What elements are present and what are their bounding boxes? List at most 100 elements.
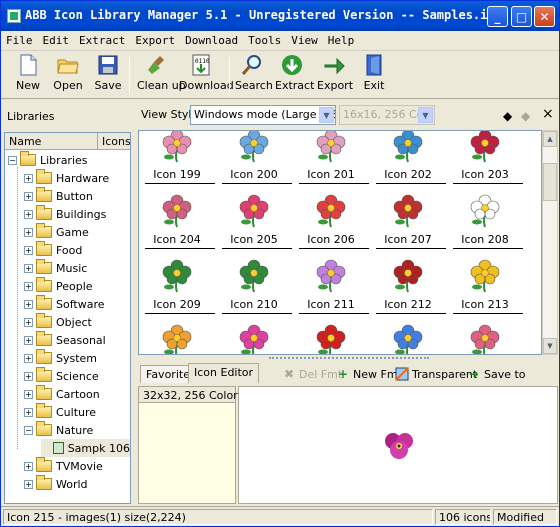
expand-icon[interactable]: + bbox=[24, 461, 33, 471]
expand-icon[interactable]: + bbox=[24, 407, 33, 417]
expand-icon[interactable]: + bbox=[24, 173, 33, 183]
menu-file[interactable]: File bbox=[1, 32, 38, 47]
tree-item[interactable]: + Object bbox=[24, 313, 92, 331]
tree-item[interactable]: + System bbox=[24, 349, 97, 367]
cleanup-button[interactable]: Clean up bbox=[137, 53, 186, 97]
icon-cell[interactable]: Icon 208 bbox=[449, 192, 523, 256]
expand-icon[interactable]: + bbox=[24, 317, 33, 327]
nav-back-icon[interactable]: ◆ bbox=[503, 109, 512, 123]
tree-item[interactable]: + TVMovie bbox=[24, 457, 103, 475]
tab-icon-editor[interactable]: Icon Editor bbox=[188, 363, 260, 384]
minimize-button[interactable]: _ bbox=[487, 6, 508, 27]
transparent-button[interactable]: Transparent bbox=[395, 367, 477, 381]
tree-item[interactable]: + Cartoon bbox=[24, 385, 100, 403]
expand-icon[interactable]: + bbox=[24, 227, 33, 237]
icon-cell[interactable] bbox=[141, 322, 213, 354]
open-button[interactable]: Open bbox=[51, 53, 85, 97]
icon-cell[interactable]: Icon 206 bbox=[295, 192, 369, 256]
expand-icon[interactable]: + bbox=[24, 299, 33, 309]
menu-export[interactable]: Export bbox=[130, 32, 180, 47]
tree-item[interactable]: + World bbox=[24, 475, 88, 493]
icon-cell[interactable]: Icon 211 bbox=[295, 257, 369, 321]
icon-cell[interactable]: Icon 207 bbox=[372, 192, 446, 256]
close-button[interactable]: ✕ bbox=[534, 6, 555, 27]
tree-item-selected[interactable]: Sampk 106 bbox=[41, 439, 130, 457]
icon-cell[interactable]: Icon 202 bbox=[372, 131, 446, 191]
icon-cell[interactable]: Icon 213 bbox=[449, 257, 523, 321]
expand-icon[interactable]: + bbox=[24, 209, 33, 219]
icon-cell[interactable] bbox=[295, 322, 367, 354]
expand-icon[interactable]: + bbox=[24, 371, 33, 381]
scroll-thumb[interactable] bbox=[543, 163, 557, 201]
search-button[interactable]: Search bbox=[235, 53, 273, 97]
menu-view[interactable]: View bbox=[286, 32, 323, 47]
scroll-up-icon[interactable]: ▲ bbox=[543, 131, 557, 147]
editor-format-list[interactable]: 32x32, 256 Color bbox=[138, 386, 238, 504]
icon-cell[interactable]: Icon 205 bbox=[218, 192, 292, 256]
expand-icon[interactable]: + bbox=[24, 389, 33, 399]
view-style-select[interactable]: Windows mode (Large & Small) ▼ bbox=[190, 105, 336, 125]
icon-cell[interactable] bbox=[449, 322, 521, 354]
pane-splitter[interactable] bbox=[132, 132, 137, 504]
save-to-button[interactable]: ➜ Save to bbox=[467, 367, 526, 381]
column-name[interactable]: Name bbox=[9, 135, 41, 148]
extract-button[interactable]: Extract bbox=[275, 53, 314, 97]
new-button[interactable]: New bbox=[11, 53, 45, 97]
del-fmt-button[interactable]: ✖ Del Fmt bbox=[282, 367, 342, 381]
menu-edit[interactable]: Edit bbox=[38, 32, 75, 47]
icon-cell[interactable] bbox=[372, 322, 444, 354]
tree-item[interactable]: + People bbox=[24, 277, 93, 295]
icon-cell[interactable] bbox=[218, 322, 290, 354]
scroll-down-icon[interactable]: ▼ bbox=[543, 338, 557, 354]
icon-cell[interactable]: Icon 212 bbox=[372, 257, 446, 321]
icon-grid-scrollbar[interactable]: ▲ ▼ bbox=[542, 130, 558, 355]
tree-item[interactable]: + Software bbox=[24, 295, 105, 313]
exit-button[interactable]: Exit bbox=[359, 53, 389, 97]
icon-cell[interactable]: Icon 199 bbox=[141, 131, 215, 191]
tree-item[interactable]: + Buildings bbox=[24, 205, 106, 223]
color-depth-select[interactable]: 16x16, 256 Color ▼ bbox=[339, 105, 435, 125]
icon-cell[interactable]: Icon 204 bbox=[141, 192, 215, 256]
download-button[interactable]: 0110 Download bbox=[179, 53, 234, 97]
menu-help[interactable]: Help bbox=[323, 32, 360, 47]
title-bar[interactable]: ABB Icon Library Manager 5.1 - Unregiste… bbox=[1, 1, 559, 31]
icon-cell[interactable]: Icon 210 bbox=[218, 257, 292, 321]
column-icons[interactable]: Icons bbox=[97, 133, 130, 149]
collapse-icon[interactable]: − bbox=[8, 155, 17, 165]
tree-item[interactable]: + Culture bbox=[24, 403, 96, 421]
icon-grid[interactable]: Icon 199 Icon 200 Icon 201 Icon 202 Icon 203… bbox=[138, 130, 542, 355]
tree-item[interactable]: + Food bbox=[24, 241, 82, 259]
editor-format-item[interactable]: 32x32, 256 Color bbox=[139, 387, 238, 403]
menu-extract[interactable]: Extract bbox=[74, 32, 130, 47]
tree-root[interactable]: − Libraries bbox=[8, 151, 88, 169]
expand-icon[interactable]: + bbox=[24, 335, 33, 345]
library-tree[interactable]: Name Icons − Libraries + Hardware + Button + Bu… bbox=[4, 132, 131, 504]
tree-item[interactable]: + Button bbox=[24, 187, 93, 205]
maximize-button[interactable]: □ bbox=[511, 6, 532, 27]
expand-icon[interactable]: + bbox=[24, 479, 33, 489]
menu-download[interactable]: Download bbox=[180, 32, 243, 47]
tree-item[interactable]: − Nature bbox=[24, 421, 93, 439]
expand-icon[interactable]: + bbox=[24, 191, 33, 201]
icon-cell[interactable]: Icon 201 bbox=[295, 131, 369, 191]
icon-cell[interactable]: Icon 200 bbox=[218, 131, 292, 191]
tree-item[interactable]: + Science bbox=[24, 367, 99, 385]
nav-forward-icon[interactable]: ◆ bbox=[521, 109, 530, 123]
tree-item[interactable]: + Game bbox=[24, 223, 89, 241]
expand-icon[interactable]: + bbox=[24, 245, 33, 255]
tree-item[interactable]: + Hardware bbox=[24, 169, 109, 187]
menu-tools[interactable]: Tools bbox=[243, 32, 286, 47]
icon-cell[interactable]: Icon 209 bbox=[141, 257, 215, 321]
close-panel-icon[interactable]: × bbox=[542, 106, 554, 122]
tree-item[interactable]: + Seasonal bbox=[24, 331, 106, 349]
export-button[interactable]: Export bbox=[317, 53, 353, 97]
resize-grip[interactable] bbox=[269, 357, 429, 359]
expand-icon[interactable]: − bbox=[24, 425, 33, 435]
new-fmt-button[interactable]: + New Fmt bbox=[336, 367, 402, 381]
icon-cell[interactable]: Icon 203 bbox=[449, 131, 523, 191]
save-button[interactable]: Save bbox=[93, 53, 123, 97]
expand-icon[interactable]: + bbox=[24, 263, 33, 273]
expand-icon[interactable]: + bbox=[24, 281, 33, 291]
expand-icon[interactable]: + bbox=[24, 353, 33, 363]
tree-item[interactable]: + Music bbox=[24, 259, 87, 277]
